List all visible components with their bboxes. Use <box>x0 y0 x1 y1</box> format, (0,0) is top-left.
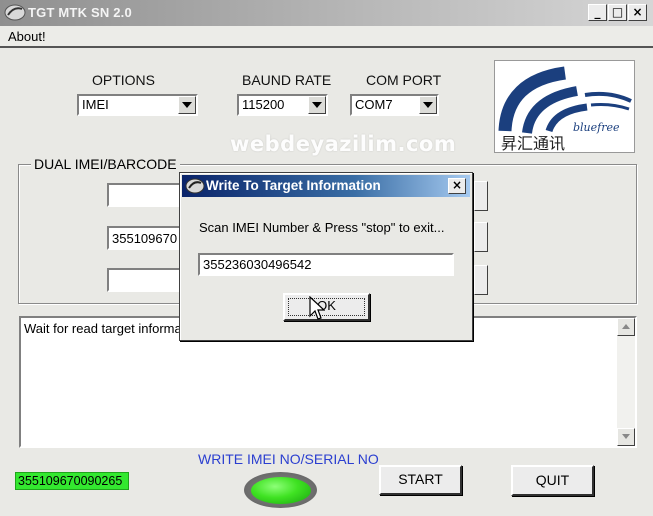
imei-scan-input[interactable]: 355236030496542 <box>198 253 454 276</box>
close-button[interactable]: × <box>628 4 647 21</box>
focus-rect <box>288 298 365 316</box>
svg-text:bluefree: bluefree <box>573 121 620 134</box>
log-scrollbar[interactable] <box>617 318 635 446</box>
write-target-dialog: Write To Target Information × Scan IMEI … <box>179 172 473 341</box>
chevron-down-icon[interactable] <box>308 96 326 114</box>
chevron-down-icon[interactable] <box>178 96 196 114</box>
main-window: TGT MTK SN 2.0 _ □ × About! OPTIONS BAUN… <box>0 0 653 516</box>
title-bar[interactable]: TGT MTK SN 2.0 _ □ × <box>0 0 653 26</box>
dialog-message: Scan IMEI Number & Press "stop" to exit.… <box>199 220 445 235</box>
dialog-title: Write To Target Information <box>206 178 381 193</box>
write-imei-label: WRITE IMEI NO/SERIAL NO <box>198 451 379 467</box>
status-led-icon <box>251 477 311 504</box>
menu-bar: About! <box>0 26 653 48</box>
app-icon <box>4 4 26 21</box>
maximize-button[interactable]: □ <box>608 4 627 21</box>
scroll-up-icon[interactable] <box>617 318 635 336</box>
com-port-label: COM PORT <box>366 72 442 88</box>
baud-rate-label: BAUND RATE <box>242 72 332 88</box>
baud-rate-select[interactable]: 115200 <box>237 94 328 116</box>
watermark-text: webdeyazilim.com <box>230 132 457 156</box>
svg-text:昇汇通讯: 昇汇通讯 <box>501 134 565 152</box>
dual-imei-group-title: DUAL IMEI/BARCODE <box>31 156 180 172</box>
options-label: OPTIONS <box>92 72 156 88</box>
dialog-close-button[interactable]: × <box>448 178 466 194</box>
dialog-title-bar[interactable]: Write To Target Information × <box>182 175 470 197</box>
imei-status-display: 355109670090265 <box>15 472 129 490</box>
menu-about[interactable]: About! <box>8 29 46 44</box>
imei-field-1[interactable] <box>107 183 182 207</box>
baud-rate-select-value: 115200 <box>242 97 285 112</box>
minimize-button[interactable]: _ <box>588 4 607 21</box>
field-2-side-button[interactable] <box>474 222 488 252</box>
chevron-down-icon[interactable] <box>419 96 437 114</box>
log-text: Wait for read target informa <box>24 321 182 336</box>
imei-field-3[interactable] <box>107 268 182 292</box>
options-select-value: IMEI <box>82 97 109 112</box>
start-button[interactable]: START <box>379 465 462 495</box>
field-1-side-button[interactable] <box>474 181 488 211</box>
imei-field-2[interactable]: 355109670 <box>107 226 182 250</box>
field-3-side-button[interactable] <box>474 265 488 295</box>
com-port-select-value: COM7 <box>355 97 393 112</box>
com-port-select[interactable]: COM7 <box>350 94 439 116</box>
quit-button[interactable]: QUIT <box>511 465 594 496</box>
vendor-logo: bluefree 昇汇通讯 <box>494 60 635 153</box>
mouse-cursor-icon <box>309 296 325 320</box>
dialog-app-icon <box>185 178 205 194</box>
scroll-down-icon[interactable] <box>617 428 635 446</box>
options-select[interactable]: IMEI <box>77 94 198 116</box>
window-title: TGT MTK SN 2.0 <box>28 5 132 20</box>
vendor-logo-image: bluefree 昇汇通讯 <box>498 66 632 153</box>
dialog-ok-button[interactable]: OK <box>283 293 370 321</box>
